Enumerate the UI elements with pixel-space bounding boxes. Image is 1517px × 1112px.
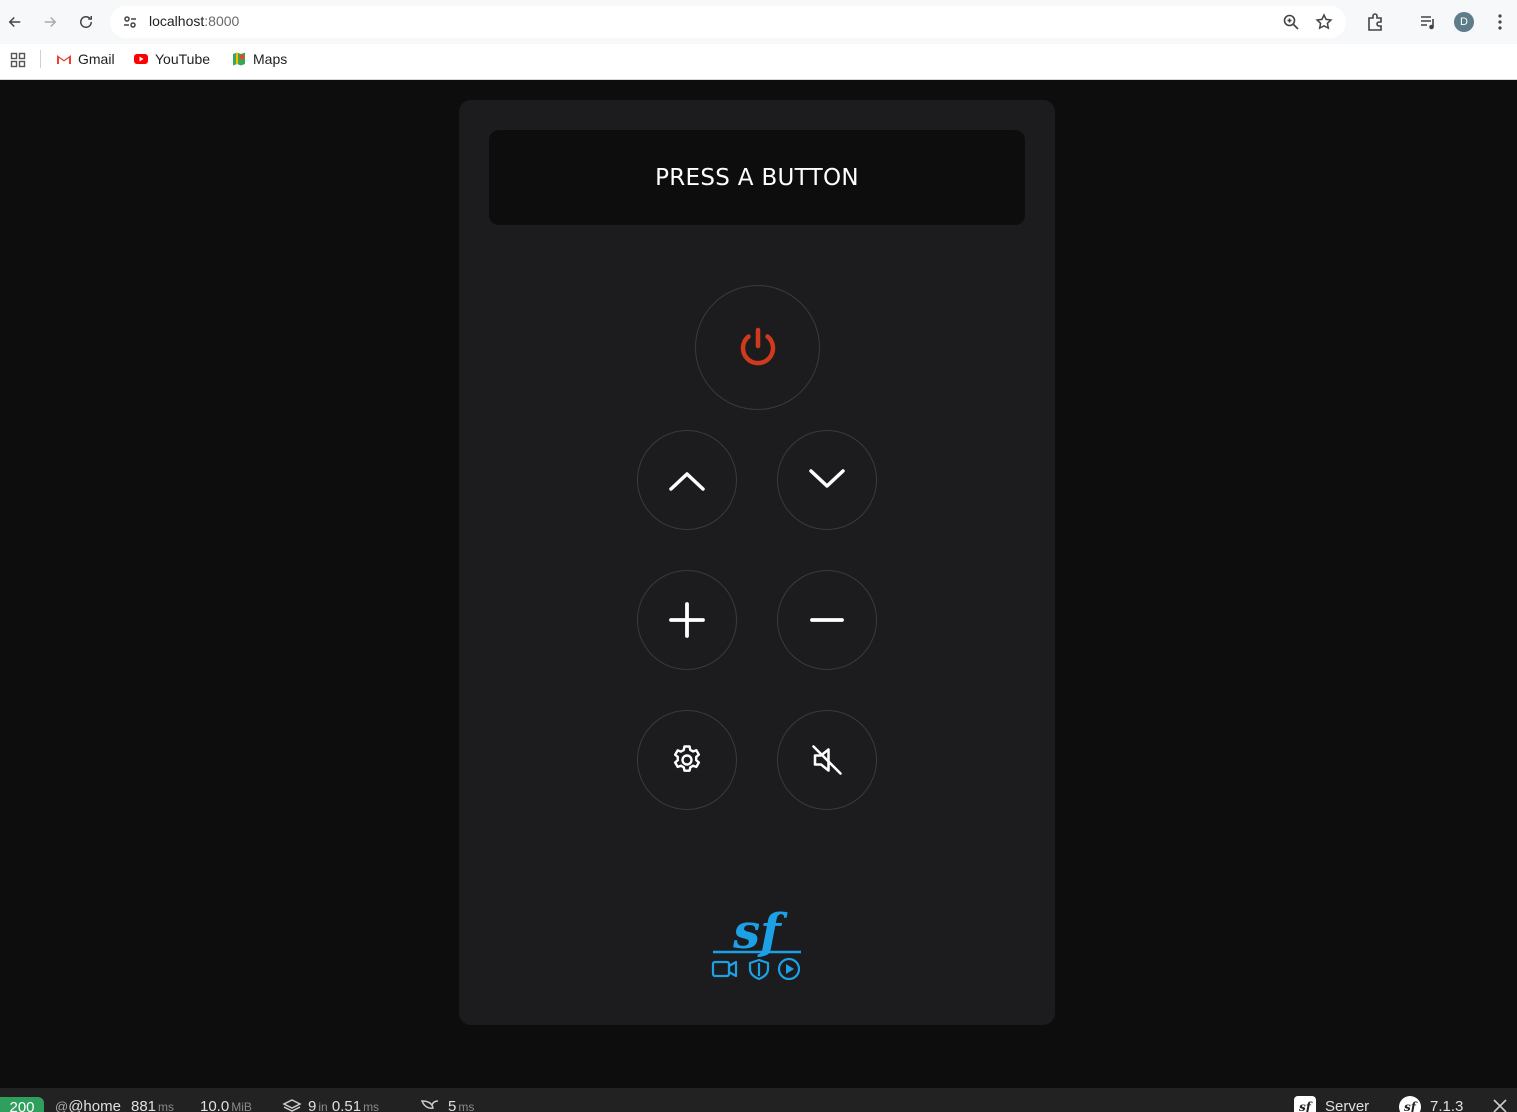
address-bar[interactable]: localhost:8000	[110, 6, 1346, 38]
render-value: 5	[448, 1098, 457, 1112]
route-name[interactable]: @@home	[55, 1098, 121, 1112]
bookmark-youtube[interactable]: YouTube	[133, 49, 210, 69]
memory-usage[interactable]: 10.0 MiB	[200, 1098, 252, 1112]
status-code-badge[interactable]: 200	[0, 1097, 44, 1112]
bookmark-label: Gmail	[78, 51, 115, 67]
media-control-icon[interactable]	[1418, 12, 1438, 32]
menu-kebab-icon[interactable]	[1490, 12, 1510, 32]
mute-button[interactable]	[777, 710, 877, 810]
time-unit: ms	[158, 1100, 175, 1112]
twig-layers-icon	[282, 1098, 302, 1112]
channel-up-button[interactable]	[637, 430, 737, 530]
twig-unit: ms	[363, 1100, 380, 1112]
zoom-icon[interactable]	[1282, 13, 1300, 31]
time-value: 881	[131, 1098, 157, 1112]
bookmark-label: Maps	[253, 51, 288, 67]
symfony-server-icon: sf	[1294, 1096, 1316, 1112]
render-unit: ms	[458, 1100, 475, 1112]
apps-grid-icon[interactable]	[10, 52, 26, 68]
symfony-version-icon: sf	[1399, 1096, 1421, 1112]
forward-icon[interactable]	[38, 10, 62, 34]
memory-value: 10.0	[200, 1098, 230, 1112]
bookmarks-separator	[40, 50, 41, 68]
youtube-icon	[133, 51, 149, 67]
request-time[interactable]: 881 ms	[131, 1098, 174, 1112]
symfony-ux-logo: sf	[709, 898, 805, 988]
extensions-icon[interactable]	[1365, 12, 1385, 32]
symfony-version[interactable]: 7.1.3	[1430, 1098, 1463, 1112]
back-icon[interactable]	[3, 10, 27, 34]
memory-unit: MiB	[231, 1100, 252, 1112]
profiler-toolbar: 200 @@home 881 ms 10.0 MiB 9 in 0.51 ms 5 ms …	[0, 1088, 1517, 1112]
chevron-up-icon	[669, 472, 705, 491]
url-host: localhost	[149, 13, 205, 29]
gear-icon	[673, 745, 701, 772]
gmail-icon	[56, 51, 72, 67]
power-icon	[740, 327, 775, 365]
bookmark-label: YouTube	[155, 51, 211, 67]
twig-in: in	[318, 1100, 328, 1112]
profile-avatar[interactable]: D	[1454, 12, 1474, 32]
mute-icon	[812, 745, 842, 775]
bookmark-gmail[interactable]: Gmail	[56, 49, 115, 69]
channel-down-button[interactable]	[777, 430, 877, 530]
server-label[interactable]: Server	[1325, 1098, 1369, 1112]
bookmark-star-icon[interactable]	[1315, 13, 1333, 31]
remote-control: PRESS A BUTTON sf	[459, 100, 1055, 1025]
bookmarks-bar	[0, 44, 1517, 80]
url-text[interactable]: localhost:8000	[149, 13, 239, 29]
twig-count: 9	[308, 1098, 317, 1112]
url-port: :8000	[204, 13, 240, 29]
browser-toolbar: localhost:8000 D	[0, 0, 1517, 44]
chevron-down-icon	[809, 469, 845, 488]
remote-display: PRESS A BUTTON	[489, 130, 1025, 225]
maps-icon	[231, 51, 247, 67]
close-icon[interactable]	[1490, 1098, 1510, 1112]
reload-icon[interactable]	[74, 10, 98, 34]
power-button[interactable]	[695, 285, 820, 410]
twig-time: 0.51	[331, 1098, 362, 1112]
volume-down-button[interactable]	[777, 570, 877, 670]
twig-stats[interactable]: 9 in 0.51 ms	[308, 1098, 379, 1112]
route-text: @home	[68, 1098, 121, 1112]
leaf-icon	[420, 1098, 440, 1112]
site-info-icon[interactable]	[122, 14, 138, 30]
bookmark-maps[interactable]: Maps	[231, 49, 287, 69]
settings-button[interactable]	[637, 710, 737, 810]
plus-icon	[669, 602, 705, 638]
minus-icon	[810, 618, 844, 622]
volume-up-button[interactable]	[637, 570, 737, 670]
render-time[interactable]: 5 ms	[448, 1098, 474, 1112]
